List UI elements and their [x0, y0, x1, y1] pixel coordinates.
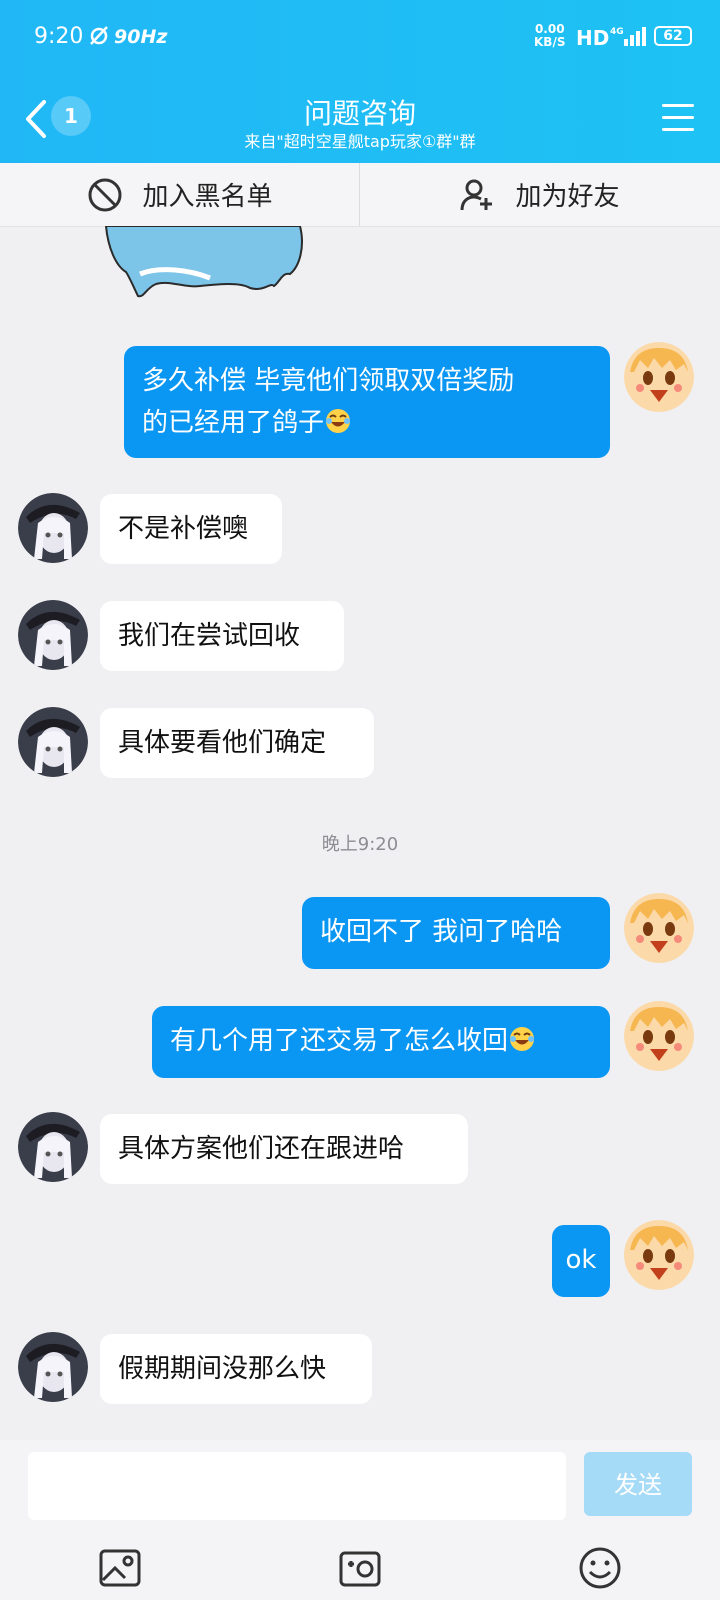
my-avatar[interactable] — [624, 1001, 694, 1071]
my-avatar[interactable] — [624, 893, 694, 963]
sticker-image[interactable] — [100, 225, 310, 302]
my-avatar[interactable] — [624, 342, 694, 412]
message-bubble-outgoing[interactable]: 多久补偿 毕竟他们领取双倍奖励 的已经用了鸽子 — [124, 346, 610, 458]
contact-avatar[interactable] — [18, 493, 88, 563]
add-friend-button[interactable]: 加为好友 — [360, 163, 719, 226]
chat-subtitle: 来自"超时空星舰tap玩家①群"群 — [244, 132, 476, 151]
message-text: 不是补偿噢 — [118, 514, 249, 544]
contact-avatar[interactable] — [18, 1332, 88, 1402]
message-text: 多久补偿 毕竟他们领取双倍奖励 — [142, 366, 515, 396]
camera-icon[interactable] — [338, 1546, 382, 1590]
laugh-cry-emoji-icon — [326, 409, 351, 433]
message-bubble-incoming[interactable]: 我们在尝试回收 — [100, 601, 344, 671]
refresh-rate: 90Hz — [114, 26, 168, 48]
net-speed: 0.00 KB/S — [534, 23, 565, 49]
contact-avatar[interactable] — [18, 707, 88, 777]
action-bar: 加入黑名单 加为好友 — [0, 163, 720, 227]
menu-icon[interactable] — [662, 104, 694, 132]
battery-icon: 62 — [654, 26, 692, 46]
send-button[interactable]: 发送 — [584, 1452, 692, 1516]
message-text: 具体方案他们还在跟进哈 — [118, 1134, 405, 1164]
message-text: 的已经用了鸽子 — [142, 408, 325, 438]
block-icon — [88, 178, 122, 211]
message-text: 具体要看他们确定 — [118, 728, 327, 758]
message-bubble-incoming[interactable]: 具体要看他们确定 — [100, 708, 374, 778]
image-icon[interactable] — [98, 1546, 142, 1590]
message-bubble-incoming[interactable]: 具体方案他们还在跟进哈 — [100, 1114, 468, 1184]
message-text: 收回不了 我问了哈哈 — [320, 917, 563, 947]
message-bubble-outgoing[interactable]: ok — [552, 1225, 610, 1297]
signal-icon: 4G — [610, 25, 646, 47]
message-text: 假期期间没那么快 — [118, 1354, 327, 1384]
message-input[interactable] — [28, 1452, 566, 1520]
message-composer: 发送 — [0, 1440, 720, 1600]
my-avatar[interactable] — [624, 1220, 694, 1290]
emoji-icon[interactable] — [578, 1546, 622, 1590]
svg-text:4G: 4G — [610, 27, 624, 37]
contact-avatar[interactable] — [18, 1112, 88, 1182]
message-bubble-outgoing[interactable]: 收回不了 我问了哈哈 — [302, 897, 610, 969]
blacklist-label: 加入黑名单 — [142, 182, 273, 212]
message-bubble-incoming[interactable]: 假期期间没那么快 — [100, 1334, 372, 1404]
add-friend-label: 加为好友 — [515, 182, 620, 212]
message-bubble-incoming[interactable]: 不是补偿噢 — [100, 494, 282, 564]
message-bubble-outgoing[interactable]: 有几个用了还交易了怎么收回 — [152, 1006, 610, 1078]
hd-indicator: HD — [576, 26, 610, 50]
message-text: ok — [565, 1245, 597, 1275]
chat-title: 问题咨询 — [303, 97, 416, 130]
add-user-icon — [460, 179, 493, 210]
time-separator: 晚上9:20 — [321, 834, 399, 855]
laugh-cry-emoji-icon — [510, 1027, 535, 1051]
alarm-off-icon — [88, 24, 110, 51]
message-text: 有几个用了还交易了怎么收回 — [170, 1026, 509, 1056]
add-to-blacklist-button[interactable]: 加入黑名单 — [0, 163, 360, 226]
status-time: 9:20 — [34, 24, 84, 49]
contact-avatar[interactable] — [18, 600, 88, 670]
net-speed-unit: KB/S — [534, 35, 566, 49]
chat-header: 9:20 90Hz 0.00 KB/S HD 4G 62 1 问题咨询 来自"超… — [0, 0, 720, 163]
message-text: 我们在尝试回收 — [118, 621, 301, 651]
